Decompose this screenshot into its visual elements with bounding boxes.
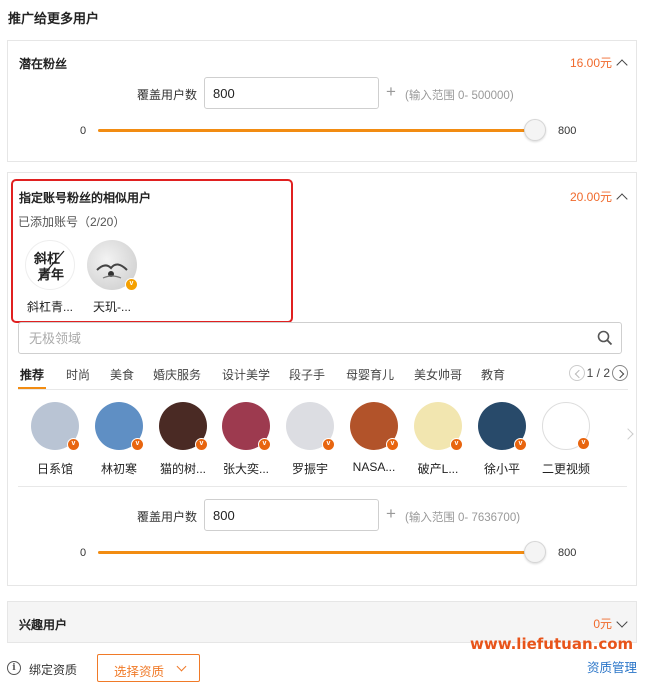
slider-min-label: 0	[80, 547, 87, 559]
chevron-up-icon	[616, 58, 628, 71]
recommended-user-name: 二更视频	[541, 462, 590, 476]
similar-users-price: 20.00元	[569, 190, 612, 204]
recommended-user-name: 破产L...	[417, 462, 459, 476]
recommended-user-name: 张大奕...	[222, 462, 269, 476]
slider-max-label: 800	[558, 547, 577, 559]
plus-icon[interactable]: +	[386, 82, 396, 102]
chevron-down-icon	[176, 661, 187, 672]
recommended-user[interactable]: v NASA...	[343, 402, 405, 474]
recommended-user[interactable]: v 张大奕...	[215, 402, 277, 477]
recommended-user[interactable]: v 二更视频	[535, 402, 597, 477]
verified-badge-icon: v	[386, 438, 399, 451]
divider	[18, 486, 627, 487]
qualification-bar: i 绑定资质 选择资质 资质管理	[7, 654, 637, 682]
verified-badge-icon: v	[195, 438, 208, 451]
tab-wedding[interactable]: 婚庆服务	[153, 366, 201, 383]
similar-users-toggle[interactable]: 20.00元	[569, 188, 628, 205]
range-hint: (输入范围 0- 7636700)	[405, 512, 521, 524]
cover-users-label: 覆盖用户数	[137, 510, 198, 524]
info-icon: i	[7, 661, 21, 675]
pager-next-button[interactable]	[612, 365, 628, 381]
tab-beauty[interactable]: 美女帅哥	[414, 366, 462, 383]
search-input[interactable]	[19, 323, 579, 353]
tab-fashion[interactable]: 时尚	[66, 366, 90, 383]
interest-users-price: 0元	[593, 617, 612, 631]
qualification-manage-link[interactable]: 资质管理	[587, 657, 637, 676]
cover-users-input[interactable]	[204, 77, 379, 109]
recommended-user-name: 猫的树...	[159, 462, 206, 476]
recommended-user[interactable]: v 林初寒	[88, 402, 150, 477]
cover-users-input[interactable]	[204, 499, 379, 531]
potential-fans-title: 潜在粉丝	[19, 57, 68, 71]
active-tab-indicator	[18, 387, 46, 389]
verified-badge-icon: v	[577, 437, 590, 450]
recommended-user[interactable]: v 破产L...	[407, 402, 469, 477]
tab-parenting[interactable]: 母婴育儿	[346, 366, 394, 383]
tab-food[interactable]: 美食	[110, 366, 134, 383]
cover-slider-track[interactable]	[98, 551, 538, 554]
cover-users-label: 覆盖用户数	[137, 88, 198, 102]
recommended-user-name: NASA...	[352, 460, 396, 474]
cover-slider-track[interactable]	[98, 129, 538, 132]
tab-jokes[interactable]: 段子手	[289, 366, 325, 383]
verified-badge-icon: v	[514, 438, 527, 451]
slider-max-label: 800	[558, 125, 577, 137]
recommended-user-name: 罗振宇	[291, 462, 328, 476]
avatar: v	[350, 402, 399, 451]
potential-fans-toggle[interactable]: 16.00元	[569, 54, 628, 71]
search-icon[interactable]	[597, 330, 613, 346]
cover-slider-thumb[interactable]	[524, 541, 546, 563]
verified-badge-icon: v	[450, 438, 463, 451]
bind-qualification-label: 绑定资质	[29, 663, 78, 677]
avatar: v	[286, 402, 335, 451]
interest-users-toggle[interactable]: 0元	[593, 615, 628, 632]
verified-badge-icon: v	[67, 438, 80, 451]
recommended-user[interactable]: v 日系馆	[24, 402, 86, 477]
tab-design[interactable]: 设计美学	[222, 366, 270, 383]
pager-label: 1 / 2	[586, 366, 610, 380]
recommended-user-name: 徐小平	[483, 462, 520, 476]
avatar: v	[31, 402, 80, 451]
tab-education[interactable]: 教育	[481, 366, 505, 383]
avatar: v	[159, 402, 208, 451]
verified-badge-icon: v	[322, 438, 335, 451]
avatar: v	[414, 402, 463, 451]
range-hint: (输入范围 0- 500000)	[405, 90, 514, 102]
potential-fans-price: 16.00元	[569, 56, 612, 70]
cover-slider-thumb[interactable]	[524, 119, 546, 141]
pager-prev-button[interactable]	[568, 365, 585, 381]
select-qualification-label: 选择资质	[114, 665, 165, 679]
highlight-box	[11, 179, 293, 323]
recommended-user[interactable]: v 猫的树...	[152, 402, 214, 477]
interest-users-title: 兴趣用户	[19, 618, 68, 632]
tab-pager: 1 / 2	[568, 365, 628, 381]
recommended-user[interactable]: v 罗振宇	[279, 402, 341, 477]
avatar: v	[478, 402, 527, 451]
avatar: v	[95, 402, 144, 451]
slider-min-label: 0	[80, 125, 87, 137]
recommended-user[interactable]: v 徐小平	[471, 402, 533, 477]
avatar: v	[542, 402, 590, 450]
verified-badge-icon: v	[131, 438, 144, 451]
avatar: v	[222, 402, 271, 451]
watermark: www.liefutuan.com	[470, 635, 634, 653]
chevron-down-icon	[616, 615, 628, 628]
tab-recommended[interactable]: 推荐	[20, 366, 44, 383]
plus-icon[interactable]: +	[386, 504, 396, 524]
page-title: 推广给更多用户	[8, 11, 100, 26]
recommended-user-name: 林初寒	[100, 462, 137, 476]
search-box[interactable]	[18, 322, 622, 354]
verified-badge-icon: v	[258, 438, 271, 451]
recommended-user-name: 日系馆	[36, 462, 73, 476]
category-tabs: 推荐 时尚 美食 婚庆服务 设计美学 段子手 母婴育儿 美女帅哥 教育 1 / …	[18, 362, 628, 390]
chevron-up-icon	[616, 192, 628, 205]
